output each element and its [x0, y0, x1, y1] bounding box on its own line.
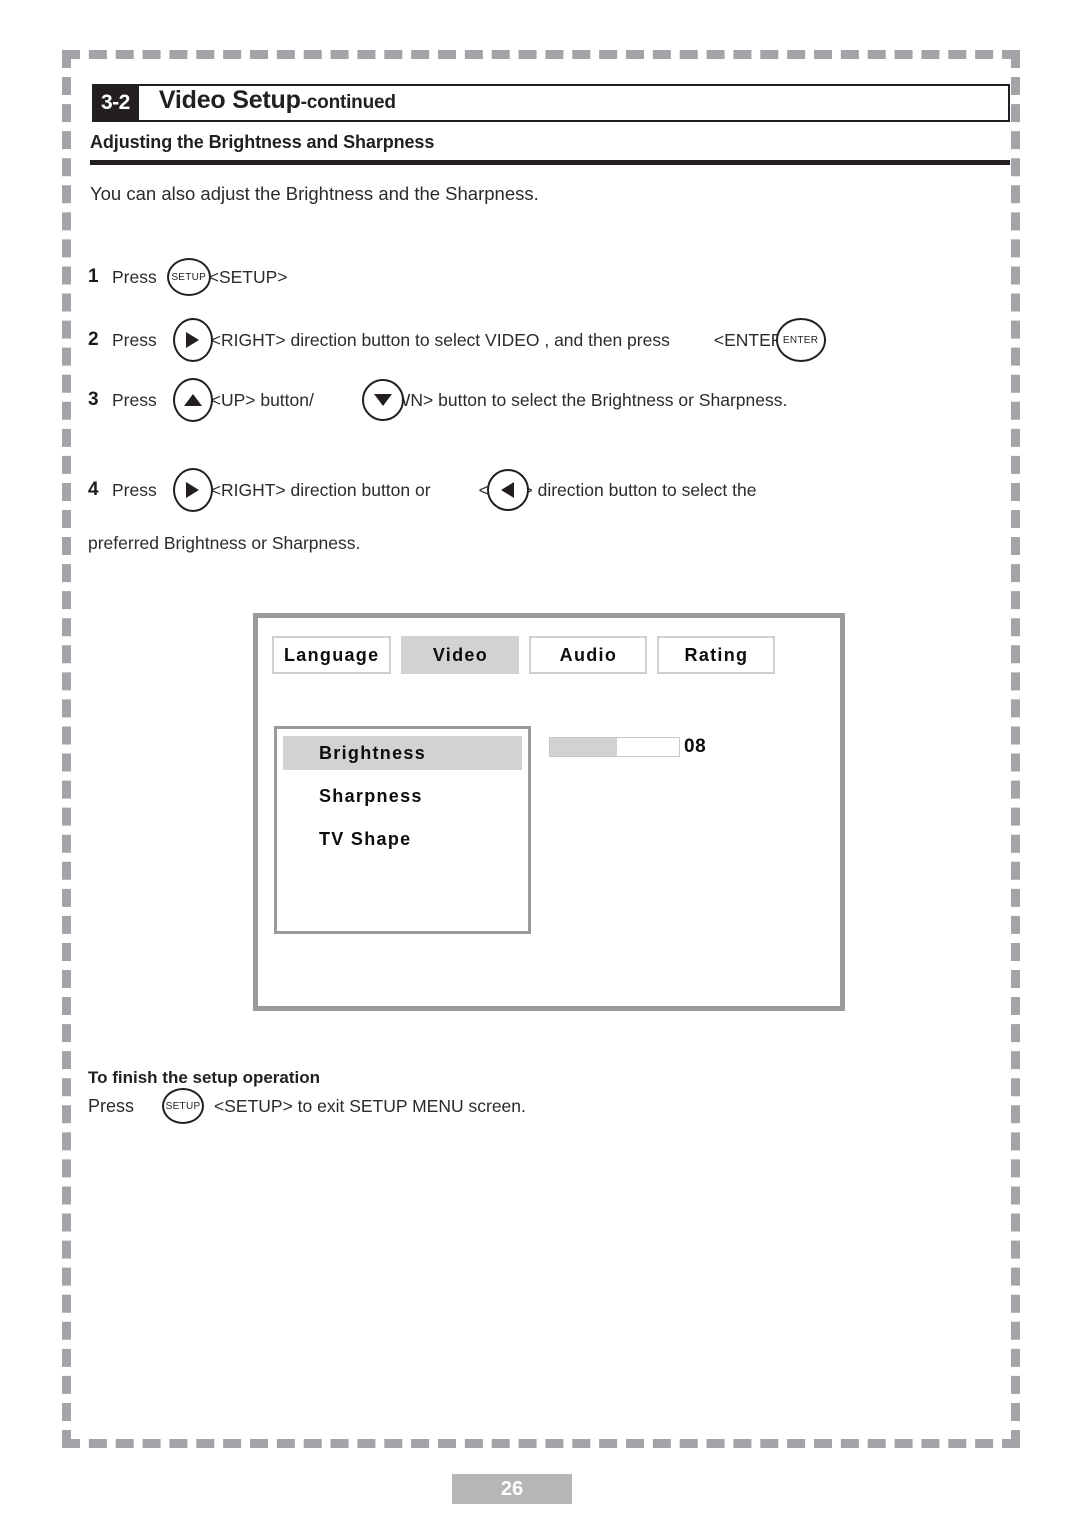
page-title-suffix: -continued	[300, 92, 396, 113]
brightness-slider-fill	[550, 738, 618, 756]
step-1-press-label: Press	[112, 266, 157, 287]
step-3: 3 Press <UP> button/ WN> button to selec…	[88, 378, 787, 422]
left-arrow-button-icon[interactable]	[486, 469, 529, 511]
enter-button-label: ENTER	[782, 334, 819, 346]
enter-button-icon[interactable]: ENTER	[775, 318, 826, 362]
osd-setup-menu: Language Video Audio Rating Brightness S…	[253, 613, 845, 1011]
step-3-text-1: <UP> button/	[210, 389, 314, 410]
finish-instruction: Press SETUP <SETUP> to exit SETUP MENU s…	[88, 1088, 526, 1124]
down-arrow-button-icon[interactable]	[361, 379, 404, 421]
step-4-continuation-text: preferred Brightness or Sharpness.	[88, 533, 361, 553]
up-arrow-button-icon[interactable]	[172, 378, 213, 422]
osd-item-tv-shape-label: TV Shape	[319, 828, 412, 849]
step-4-press-label: Press	[112, 479, 157, 500]
step-1-text: <SETUP>	[208, 266, 288, 287]
osd-tab-rating-label: Rating	[684, 644, 749, 665]
step-2-press-label: Press	[112, 329, 157, 350]
osd-tab-bar: Language Video Audio Rating	[272, 636, 776, 674]
step-1: 1 Press SETUP <SETUP>	[88, 258, 288, 296]
osd-tab-language[interactable]: Language	[272, 636, 392, 674]
triangle-right-icon-2	[186, 482, 200, 498]
osd-tab-language-label: Language	[284, 644, 380, 665]
step-2: 2 Press <RIGHT> direction button to sele…	[88, 318, 826, 362]
subheading: Adjusting the Brightness and Sharpness	[90, 132, 435, 152]
brightness-slider[interactable]	[549, 737, 680, 757]
step-3-number: 3	[88, 389, 99, 410]
osd-menu-list: Brightness Sharpness TV Shape	[274, 726, 531, 934]
triangle-right-icon	[186, 332, 200, 348]
page-title-main: Video Setup	[158, 86, 301, 114]
page-number: 26	[452, 1474, 572, 1504]
right-arrow-button-icon[interactable]	[172, 318, 213, 362]
setup-button-icon[interactable]: SETUP	[166, 258, 211, 296]
brightness-value: 08	[684, 736, 707, 757]
osd-item-sharpness-label: Sharpness	[319, 785, 423, 806]
step-2-text: <RIGHT> direction button to select VIDEO…	[210, 329, 670, 350]
step-2-number: 2	[88, 329, 99, 350]
osd-item-brightness[interactable]: Brightness	[283, 736, 522, 770]
intro-text: You can also adjust the Brightness and t…	[90, 183, 539, 204]
triangle-left-icon	[501, 482, 515, 498]
step-4-continuation: preferred Brightness or Sharpness.	[88, 533, 360, 554]
osd-tab-video[interactable]: Video	[401, 636, 520, 674]
step-4-text-1: <RIGHT> direction button or	[210, 479, 431, 500]
osd-tab-rating[interactable]: Rating	[657, 636, 776, 674]
osd-tab-audio[interactable]: Audio	[529, 636, 648, 674]
step-4: 4 Press <RIGHT> direction button or <L >…	[88, 468, 756, 512]
osd-brightness-value-row: 08	[549, 736, 706, 758]
finish-heading: To finish the setup operation	[88, 1068, 321, 1087]
subheading-rule	[90, 160, 1010, 165]
osd-item-sharpness[interactable]: Sharpness	[283, 779, 522, 813]
finish-text: <SETUP> to exit SETUP MENU screen.	[214, 1095, 526, 1116]
osd-item-brightness-label: Brightness	[319, 742, 427, 763]
page-title: Video Setup -continued	[139, 86, 396, 120]
finish-press-label: Press	[88, 1095, 135, 1116]
step-3-text-2: WN> button to select the Brightness or S…	[393, 389, 788, 410]
setup-button-icon-2[interactable]: SETUP	[162, 1088, 205, 1124]
osd-tab-video-label: Video	[432, 644, 489, 665]
osd-tab-audio-label: Audio	[559, 644, 618, 665]
setup-button-label-2: SETUP	[165, 1100, 201, 1112]
step-4-number: 4	[88, 479, 99, 500]
right-arrow-button-icon-2[interactable]	[172, 468, 213, 512]
osd-item-tv-shape[interactable]: TV Shape	[283, 822, 522, 856]
step-4-text-2: > direction button to select the	[522, 479, 757, 500]
triangle-down-icon	[373, 394, 392, 406]
section-number: 3-2	[92, 84, 139, 122]
manual-page: 3-2 Video Setup -continued Adjusting the…	[0, 0, 1080, 1526]
step-1-number: 1	[88, 266, 99, 287]
setup-button-label: SETUP	[171, 271, 207, 283]
triangle-up-icon	[183, 394, 202, 406]
page-header-bar: 3-2 Video Setup -continued	[92, 84, 1010, 122]
step-3-press-label: Press	[112, 389, 157, 410]
